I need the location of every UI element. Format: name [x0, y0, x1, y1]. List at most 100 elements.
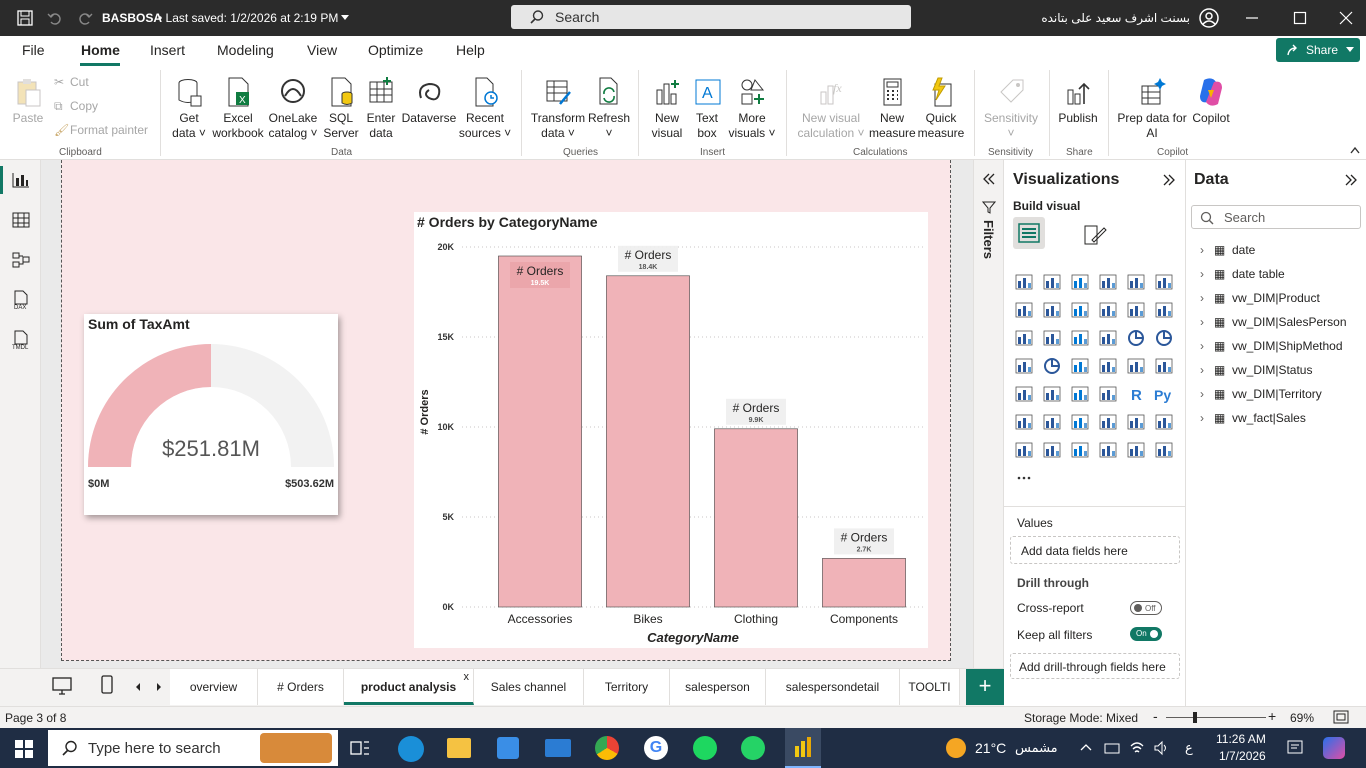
page-tab[interactable]: TOOLTI: [900, 669, 960, 705]
paste-button[interactable]: Paste: [10, 76, 46, 126]
zoom-in-button[interactable]: +: [1268, 708, 1276, 724]
input-language[interactable]: ع: [1185, 740, 1193, 756]
bar-accessories[interactable]: [498, 255, 582, 608]
chevron-right-icon[interactable]: ›: [1200, 363, 1214, 377]
tab-view[interactable]: View: [307, 42, 337, 58]
viz-gauge-icon[interactable]: [1126, 356, 1146, 376]
copilot-button[interactable]: Copilot: [1190, 76, 1232, 126]
data-table-item[interactable]: › ▦ vw_fact|Sales: [1200, 411, 1306, 425]
tab-insert[interactable]: Insert: [150, 42, 185, 58]
mobile-layout-icon[interactable]: [100, 675, 114, 695]
redo-icon[interactable]: [77, 10, 93, 26]
viz-qa-icon[interactable]: [1070, 412, 1090, 432]
mail-icon[interactable]: [545, 739, 571, 757]
undo-icon[interactable]: [47, 10, 63, 26]
edge-icon[interactable]: [398, 736, 424, 762]
viz-100pct-bar-icon[interactable]: [1126, 272, 1146, 292]
chevron-double-right-icon[interactable]: [1344, 173, 1358, 187]
network-icon[interactable]: [1103, 740, 1121, 756]
page-tab[interactable]: product analysis x: [344, 669, 474, 705]
whatsapp-icon[interactable]: [741, 736, 765, 760]
data-table-item[interactable]: › ▦ date table: [1200, 267, 1285, 281]
enter-data-button[interactable]: Enter data: [362, 76, 400, 141]
fit-to-page-icon[interactable]: [1333, 710, 1349, 724]
more-visuals-button[interactable]: More visuals ˅: [726, 76, 778, 141]
file-explorer-icon[interactable]: [447, 738, 471, 758]
dataverse-button[interactable]: Dataverse: [401, 76, 457, 126]
viz-donut-icon[interactable]: [1154, 328, 1174, 348]
viz-scatter-icon[interactable]: [1098, 328, 1118, 348]
refresh-button[interactable]: Refresh ˅: [588, 76, 630, 141]
page-tab[interactable]: Sales channel: [474, 669, 584, 705]
powerbi-taskbar-button[interactable]: [785, 728, 821, 768]
viz-goals-icon[interactable]: [1126, 412, 1146, 432]
search-box[interactable]: Search: [511, 5, 911, 29]
volume-icon[interactable]: [1153, 740, 1169, 756]
chevron-up-icon[interactable]: [1350, 146, 1360, 154]
tab-file[interactable]: File: [22, 42, 45, 58]
sql-server-button[interactable]: SQL Server: [321, 76, 361, 141]
chevron-right-icon[interactable]: ›: [1200, 315, 1214, 329]
spotify-icon[interactable]: [693, 736, 717, 760]
chevron-right-icon[interactable]: ›: [1200, 339, 1214, 353]
viz-more-visuals-icon[interactable]: [1014, 468, 1034, 488]
drill-through-well[interactable]: Add drill-through fields here: [1010, 653, 1180, 679]
chevron-right-icon[interactable]: ›: [1200, 387, 1214, 401]
save-status[interactable]: • Last saved: 1/2/2026 at 2:19 PM: [158, 11, 338, 25]
page-tab[interactable]: Territory: [584, 669, 670, 705]
dax-query-view-icon[interactable]: DAX: [11, 290, 31, 310]
tmdl-view-icon[interactable]: TMDL: [11, 330, 31, 350]
data-table-item[interactable]: › ▦ vw_DIM|Product: [1200, 291, 1320, 305]
google-icon[interactable]: G: [644, 736, 668, 760]
get-data-button[interactable]: Get data ˅: [168, 76, 210, 141]
chevron-up-icon[interactable]: [1080, 743, 1092, 751]
tab-help[interactable]: Help: [456, 42, 485, 58]
cut-button[interactable]: ✂ Cut: [54, 75, 89, 89]
viz-stacked-area-icon[interactable]: [1070, 300, 1090, 320]
viz-map-icon[interactable]: [1042, 356, 1062, 376]
viz-area-icon[interactable]: [1042, 300, 1062, 320]
viz-line-clustered-column-icon[interactable]: [1154, 300, 1174, 320]
copy-button[interactable]: ⧉ Copy: [54, 99, 98, 114]
scroll-left-icon[interactable]: [134, 682, 142, 692]
recent-sources-button[interactable]: Recent sources ˅: [458, 76, 512, 141]
viz-stacked-bar-icon[interactable]: [1014, 272, 1034, 292]
zoom-slider-track[interactable]: [1166, 717, 1266, 718]
new-visual-button[interactable]: New visual: [646, 76, 688, 141]
viz-stacked-column-icon[interactable]: [1042, 272, 1062, 292]
quick-measure-button[interactable]: Quick measure: [916, 76, 966, 141]
build-visual-tab[interactable]: [1013, 217, 1045, 249]
viz-decomposition-tree-icon[interactable]: [1042, 412, 1062, 432]
viz-smart-narrative-icon[interactable]: [1098, 412, 1118, 432]
copilot-taskbar-icon[interactable]: [1323, 737, 1345, 759]
bar-clothing[interactable]: [714, 428, 798, 608]
data-search-input[interactable]: Search: [1191, 205, 1361, 229]
store-icon[interactable]: [497, 737, 519, 759]
close-tab-icon[interactable]: x: [464, 659, 470, 695]
report-view-icon[interactable]: [12, 172, 30, 188]
notifications-icon[interactable]: [1286, 739, 1304, 757]
viz-waterfall-icon[interactable]: [1042, 328, 1062, 348]
viz-treemap-icon[interactable]: [1014, 356, 1034, 376]
viz-100pct-area-icon[interactable]: [1098, 300, 1118, 320]
close-icon[interactable]: [1339, 11, 1353, 25]
data-table-item[interactable]: › ▦ vw_DIM|Status: [1200, 363, 1312, 377]
keep-all-filters-toggle[interactable]: On: [1130, 627, 1162, 641]
chevron-down-icon[interactable]: [340, 14, 350, 22]
viz-table-icon[interactable]: [1070, 384, 1090, 404]
chevron-right-icon[interactable]: ›: [1200, 411, 1214, 425]
viz-power-automate-icon[interactable]: [1042, 440, 1062, 460]
gauge-visual[interactable]: Sum of TaxAmt $251.81M $0M $503.62M: [84, 314, 338, 515]
new-measure-button[interactable]: New measure: [869, 76, 916, 141]
chevron-right-icon[interactable]: ›: [1200, 243, 1214, 257]
viz-clustered-column-icon[interactable]: [1098, 272, 1118, 292]
user-avatar-icon[interactable]: [1199, 8, 1219, 28]
new-visual-calculation-button[interactable]: fx New visual calculation ˅: [794, 76, 868, 141]
zoom-out-button[interactable]: -: [1153, 708, 1158, 724]
viz-card-icon[interactable]: [1154, 356, 1174, 376]
viz-filled-map-icon[interactable]: [1070, 356, 1090, 376]
weather-sun-icon[interactable]: [946, 738, 966, 758]
publish-button[interactable]: Publish: [1055, 76, 1101, 126]
zoom-slider-thumb[interactable]: [1193, 712, 1197, 723]
add-page-button[interactable]: +: [966, 669, 1004, 705]
